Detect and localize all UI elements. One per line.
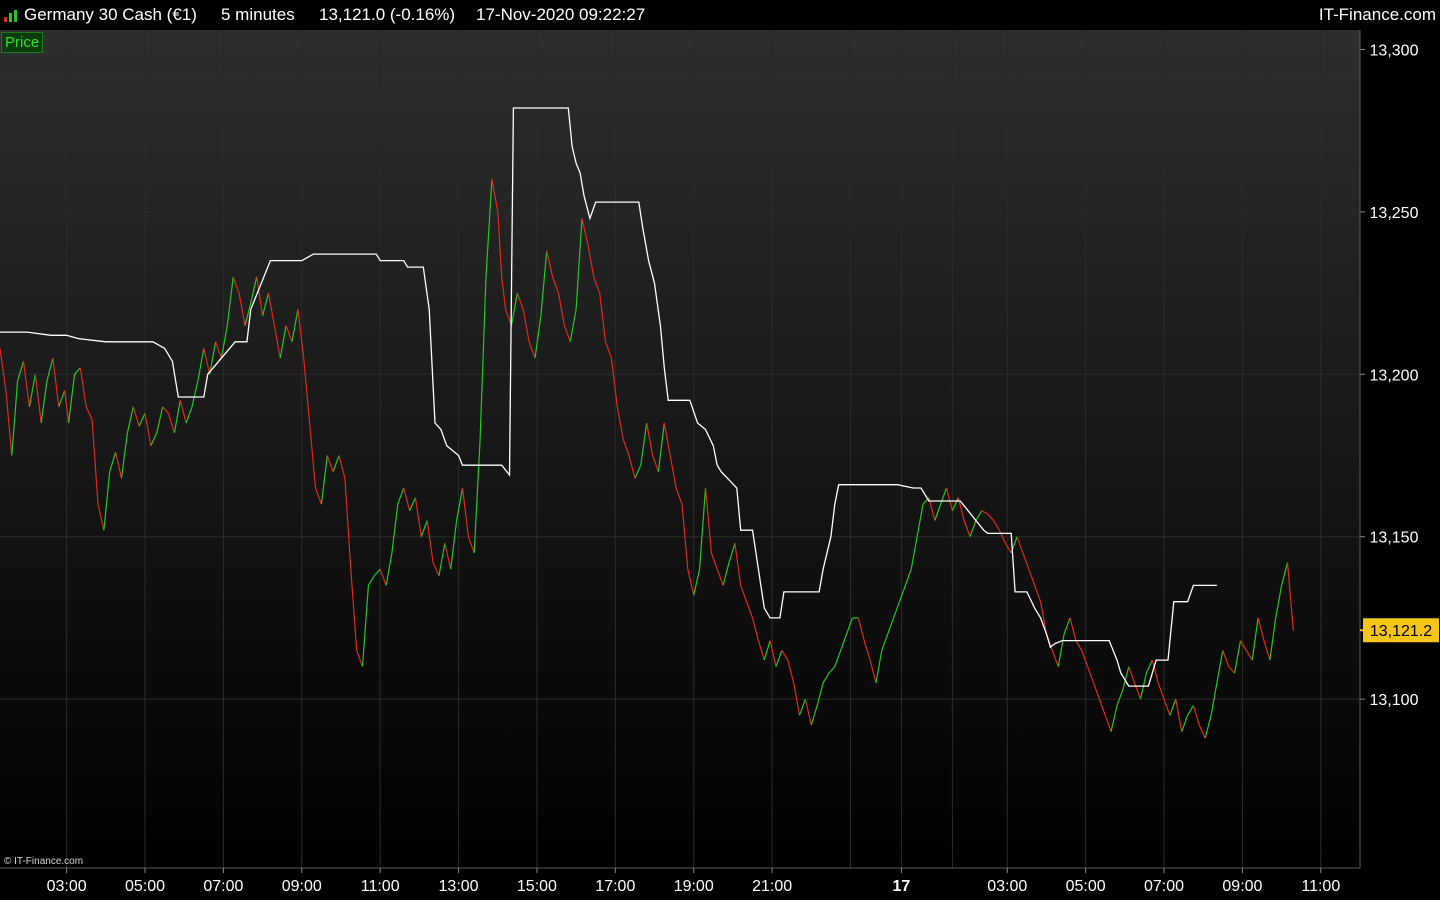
- datetime-label: 17-Nov-2020 09:22:27: [476, 5, 646, 24]
- x-tick-label: 19:00: [674, 878, 714, 895]
- x-axis-ticks: 03:00 05:00 07:00 09:00 11:00 13:00 15:00 17:00…: [47, 868, 1340, 895]
- instrument-name: Germany 30 Cash (€1): [24, 5, 197, 24]
- x-tick-label: 09:00: [1222, 878, 1262, 895]
- price-chart[interactable]: 13,300 13,250 13,200 13,150 13,100 03:00 05:0…: [0, 0, 1440, 900]
- chart-header: Germany 30 Cash (€1) 5 minutes 13,121.0 …: [0, 0, 1440, 30]
- x-tick-label: 09:00: [282, 878, 322, 895]
- quote-label: 13,121.0 (-0.16%): [319, 5, 456, 24]
- y-tick-label: 13,250: [1370, 205, 1419, 222]
- bar-chart-icon: [4, 10, 17, 22]
- y-tick-label: 13,150: [1370, 530, 1419, 547]
- x-tick-label: 03:00: [987, 878, 1027, 895]
- y-tick-label: 13,100: [1370, 692, 1419, 709]
- x-tick-label: 13:00: [439, 878, 479, 895]
- x-tick-label: 05:00: [125, 878, 165, 895]
- current-price-label: 13,121.2: [1370, 623, 1432, 640]
- x-tick-label: 17:00: [595, 878, 635, 895]
- plot-background: [0, 30, 1360, 868]
- y-tick-label: 13,200: [1370, 367, 1419, 384]
- brand-label: IT-Finance.com: [1318, 5, 1436, 24]
- copyright-label: © IT-Finance.com: [4, 856, 84, 867]
- x-tick-label: 05:00: [1066, 878, 1106, 895]
- x-tick-label: 11:00: [1301, 878, 1340, 895]
- x-tick-label: 15:00: [517, 878, 557, 895]
- x-tick-label: 17: [893, 878, 911, 895]
- interval-label[interactable]: 5 minutes: [221, 5, 295, 25]
- x-tick-label: 03:00: [47, 878, 87, 895]
- x-tick-label: 21:00: [752, 878, 792, 895]
- x-tick-label: 11:00: [361, 878, 400, 895]
- current-price-marker: 13,121.2: [1360, 618, 1439, 643]
- indicator-label[interactable]: Price: [1, 32, 44, 53]
- y-axis-ticks: 13,300 13,250 13,200 13,150 13,100: [1360, 42, 1419, 709]
- y-tick-label: 13,300: [1370, 42, 1419, 59]
- x-tick-label: 07:00: [203, 878, 243, 895]
- x-tick-label: 07:00: [1144, 878, 1184, 895]
